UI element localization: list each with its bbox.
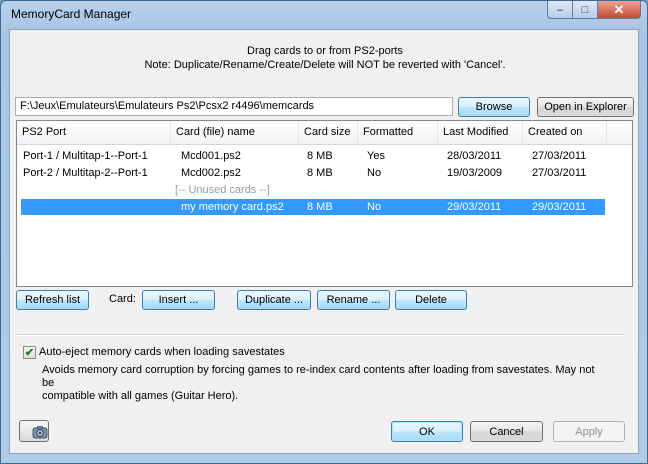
cell-name: my memory card.ps2: [181, 201, 284, 213]
column-header-modified[interactable]: Last Modified: [438, 121, 523, 144]
column-header-formatted[interactable]: Formatted: [358, 121, 438, 144]
unused-cards-separator-row: [-- Unused cards --]: [17, 182, 632, 198]
dialog-client-area: Drag cards to or from PS2-ports Note: Du…: [9, 29, 639, 454]
auto-eject-checkbox[interactable]: ✔: [23, 346, 36, 359]
cell-size: 8 MB: [307, 167, 333, 179]
cancel-button[interactable]: Cancel: [470, 421, 543, 442]
auto-eject-label[interactable]: Auto-eject memory cards when loading sav…: [39, 346, 285, 358]
section-divider: [16, 334, 625, 336]
cell-formatted: No: [367, 167, 382, 179]
column-header-name[interactable]: Card (file) name: [171, 121, 299, 144]
title-bar[interactable]: MemoryCard Manager – □ ✕: [1, 1, 647, 27]
checkmark-icon: ✔: [24, 347, 35, 359]
minimize-button[interactable]: –: [547, 1, 573, 19]
card-label: Card:: [109, 293, 136, 305]
insert-card-button[interactable]: Insert ...: [142, 290, 215, 310]
close-button[interactable]: ✕: [598, 1, 641, 19]
list-header: PS2 Port Card (file) name Card size Form…: [17, 121, 632, 145]
maximize-button[interactable]: □: [573, 1, 598, 19]
column-header-port[interactable]: PS2 Port: [17, 121, 171, 144]
cell-name: Mcd002.ps2: [181, 167, 241, 179]
refresh-list-button[interactable]: Refresh list: [16, 290, 89, 310]
cell-created: 27/03/2011: [532, 150, 587, 162]
cell-name: Mcd001.ps2: [181, 150, 241, 162]
auto-eject-description-line-1: Avoids memory card corruption by forcing…: [42, 364, 595, 389]
window-frame: MemoryCard Manager – □ ✕ Drag cards to o…: [0, 0, 648, 464]
browse-button[interactable]: Browse: [458, 97, 530, 117]
cell-formatted: No: [367, 201, 382, 213]
cell-created: 27/03/2011: [532, 167, 587, 179]
delete-card-button[interactable]: Delete: [395, 290, 467, 310]
cell-size: 8 MB: [307, 150, 333, 162]
ok-button[interactable]: OK: [391, 421, 463, 442]
cell-modified: 28/03/2011: [447, 150, 502, 162]
cell-created: 29/03/2011: [532, 201, 587, 213]
apply-button[interactable]: Apply: [553, 421, 625, 442]
cell-formatted: Yes: [367, 150, 385, 162]
cell-port: Port-1 / Multitap-1--Port-1: [23, 150, 148, 162]
window-controls: – □ ✕: [547, 1, 641, 19]
window-title: MemoryCard Manager: [11, 7, 132, 21]
unused-cards-label: [-- Unused cards --]: [175, 184, 270, 196]
cell-size: 8 MB: [307, 201, 333, 213]
hint-line-1: Drag cards to or from PS2-ports: [247, 45, 403, 57]
cell-modified: 19/03/2009: [447, 167, 503, 179]
open-in-explorer-button[interactable]: Open in Explorer: [537, 97, 634, 117]
table-row-selected[interactable]: my memory card.ps2 8 MB No 29/03/2011 29…: [21, 199, 605, 215]
rename-card-button[interactable]: Rename ...: [317, 290, 390, 310]
screenshot-camera-icon: [32, 426, 48, 439]
cell-port: Port-2 / Multitap-2--Port-1: [23, 167, 148, 179]
screenshot-button[interactable]: [19, 420, 49, 442]
table-row[interactable]: Port-2 / Multitap-2--Port-1 Mcd002.ps2 8…: [17, 165, 632, 181]
hint-line-2: Note: Duplicate/Rename/Create/Delete wil…: [144, 59, 506, 71]
auto-eject-description-line-2: compatible with all games (Guitar Hero).: [42, 390, 239, 402]
duplicate-card-button[interactable]: Duplicate ...: [237, 290, 311, 310]
column-header-size[interactable]: Card size: [299, 121, 358, 144]
auto-eject-description: Avoids memory card corruption by forcing…: [42, 364, 602, 403]
memory-card-list[interactable]: PS2 Port Card (file) name Card size Form…: [16, 120, 633, 287]
cell-modified: 29/03/2011: [447, 201, 502, 213]
column-header-created[interactable]: Created on: [523, 121, 607, 144]
table-row[interactable]: Port-1 / Multitap-1--Port-1 Mcd001.ps2 8…: [17, 148, 632, 164]
memcard-folder-path-input[interactable]: F:\Jeux\Emulateurs\Emulateurs Ps2\Pcsx2 …: [15, 97, 453, 116]
